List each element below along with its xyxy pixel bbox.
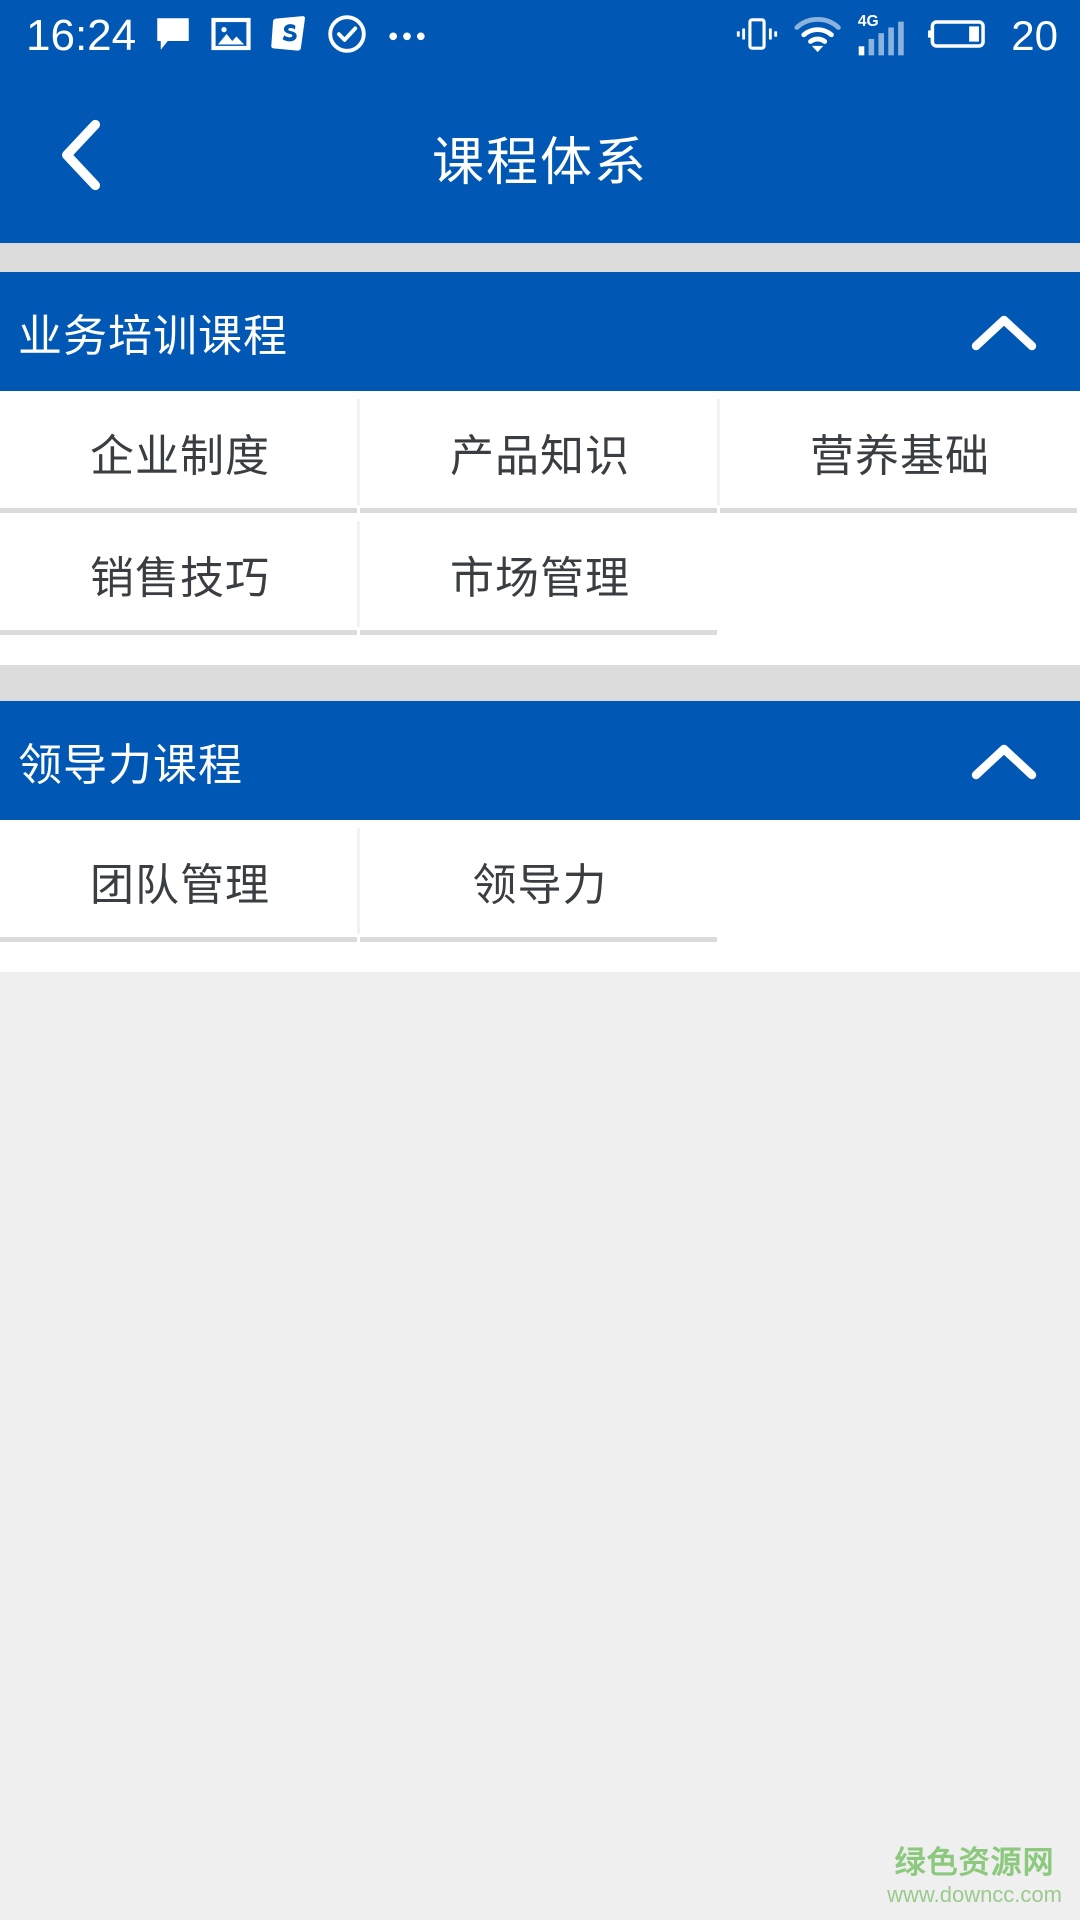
course-label: 领导力 xyxy=(472,861,608,910)
svg-text:4G: 4G xyxy=(858,12,879,29)
site-watermark: 绿色资源网 www.downcc.com xyxy=(887,1847,1062,1906)
course-grid: 企业制度 产品知识 营养基础 销售技巧 市场管理 xyxy=(0,391,1080,635)
section-leadership: 领导力课程 团队管理 领导力 xyxy=(0,701,1080,972)
course-label: 产品知识 xyxy=(450,432,630,481)
section-gap-2 xyxy=(0,665,1080,701)
section-bottom-pad xyxy=(0,942,1080,972)
course-label: 销售技巧 xyxy=(90,554,270,603)
section-title: 业务培训课程 xyxy=(18,311,288,361)
title-bar: 课程体系 xyxy=(0,72,1080,243)
section-bottom-pad xyxy=(0,635,1080,665)
check-circle-icon xyxy=(326,13,368,60)
course-item[interactable]: 团队管理 xyxy=(0,820,360,942)
course-label: 市场管理 xyxy=(450,554,630,603)
battery-percent: 20 xyxy=(1011,12,1058,59)
battery-icon xyxy=(927,15,991,58)
section-title: 领导力课程 xyxy=(18,740,243,790)
watermark-url: www.downcc.com xyxy=(887,1881,1062,1907)
course-item[interactable]: 领导力 xyxy=(360,820,720,942)
phone-screen: 16:24 4G 20 课程体系 业务培训课程 企业制度 产品知识 营养基础 销… xyxy=(0,0,1080,1920)
course-item-empty xyxy=(720,820,1080,942)
chevron-up-icon[interactable] xyxy=(968,725,1040,797)
status-bar-left: 16:24 xyxy=(26,13,430,60)
section-header-leadership[interactable]: 领导力课程 xyxy=(0,701,1080,820)
chat-bubble-icon xyxy=(152,13,194,60)
wifi-icon xyxy=(793,14,843,59)
course-label: 企业制度 xyxy=(90,432,270,481)
section-gap-1 xyxy=(0,243,1080,272)
status-bar: 16:24 4G 20 xyxy=(0,0,1080,72)
course-grid: 团队管理 领导力 xyxy=(0,820,1080,942)
course-item[interactable]: 销售技巧 xyxy=(0,513,360,635)
vibrate-icon xyxy=(735,12,779,61)
course-item[interactable]: 产品知识 xyxy=(360,391,720,513)
section-body-leadership: 团队管理 领导力 xyxy=(0,820,1080,972)
section-business-training: 业务培训课程 企业制度 产品知识 营养基础 销售技巧 市场管理 xyxy=(0,272,1080,665)
course-item-empty xyxy=(720,513,1080,635)
course-label: 团队管理 xyxy=(90,861,270,910)
status-time: 16:24 xyxy=(26,11,137,60)
section-body-business-training: 企业制度 产品知识 营养基础 销售技巧 市场管理 xyxy=(0,391,1080,665)
section-header-business-training[interactable]: 业务培训课程 xyxy=(0,272,1080,391)
course-item[interactable]: 市场管理 xyxy=(360,513,720,635)
signal-bars-icon: 4G xyxy=(857,11,913,62)
photo-gallery-icon xyxy=(210,13,252,60)
status-bar-right: 4G 20 xyxy=(735,11,1058,62)
s-app-icon xyxy=(268,13,310,60)
watermark-name: 绿色资源网 xyxy=(894,1845,1055,1881)
course-item[interactable]: 企业制度 xyxy=(0,391,360,513)
back-chevron-icon xyxy=(50,117,114,198)
back-button[interactable] xyxy=(38,114,126,202)
more-dots-icon xyxy=(384,13,430,60)
course-item[interactable]: 营养基础 xyxy=(720,391,1080,513)
course-label: 营养基础 xyxy=(810,432,990,481)
chevron-up-icon[interactable] xyxy=(968,296,1040,368)
page-title: 课程体系 xyxy=(431,134,648,192)
